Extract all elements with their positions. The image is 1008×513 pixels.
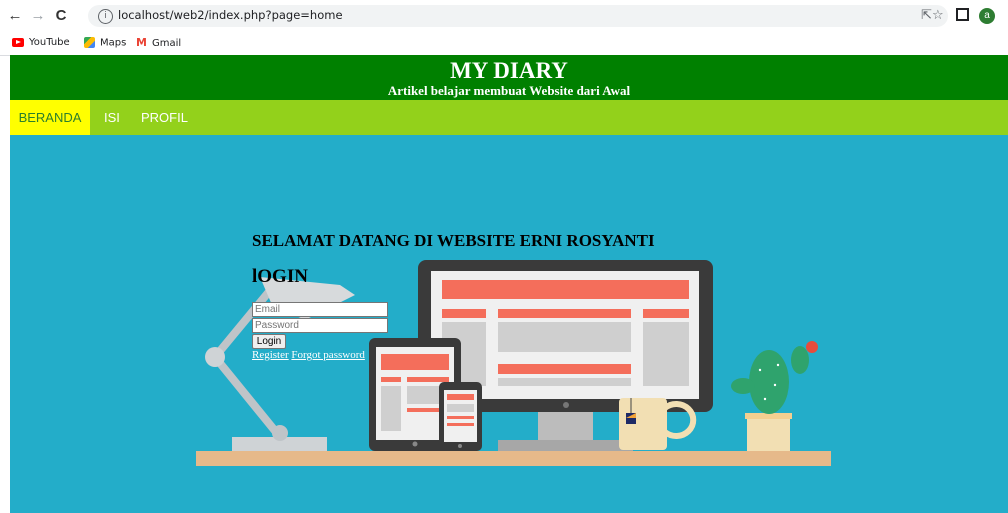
- login-heading: lOGIN: [252, 266, 308, 287]
- menu-item-profil[interactable]: PROFIL: [141, 100, 188, 135]
- email-field[interactable]: [252, 302, 388, 317]
- bookmarks-bar: YouTube Maps M Gmail: [0, 33, 1008, 56]
- site-info-icon[interactable]: i: [98, 9, 113, 24]
- back-arrow-icon[interactable]: ←: [6, 7, 24, 25]
- page-body: MY DIARY Artikel belajar membuat Website…: [10, 55, 1008, 513]
- gmail-icon: M: [136, 36, 147, 49]
- bookmark-label: Maps: [100, 37, 127, 49]
- bookmark-youtube[interactable]: YouTube: [12, 37, 70, 49]
- reload-icon[interactable]: C: [52, 7, 70, 25]
- browser-toolbar: ← → C i localhost/web2/index.php?page=ho…: [0, 0, 1008, 33]
- site-title: MY DIARY: [450, 58, 568, 83]
- bookmark-label: YouTube: [29, 37, 70, 48]
- youtube-icon: [12, 37, 24, 47]
- password-field[interactable]: [252, 318, 388, 333]
- login-button[interactable]: Login: [252, 334, 286, 349]
- menu-item-isi[interactable]: ISI: [104, 100, 120, 135]
- bookmark-gmail[interactable]: M Gmail: [136, 37, 181, 50]
- address-bar[interactable]: i localhost/web2/index.php?page=home: [88, 5, 948, 27]
- desk-shape: [196, 451, 831, 466]
- site-header: MY DIARY Artikel belajar membuat Website…: [10, 55, 1008, 100]
- avatar[interactable]: a: [979, 8, 995, 24]
- forward-arrow-icon[interactable]: →: [29, 7, 47, 25]
- auth-links: Register Forgot password: [252, 349, 365, 362]
- bookmark-star-icon[interactable]: ☆: [932, 8, 944, 24]
- nav-menu: BERANDA ISI PROFIL: [10, 100, 1008, 135]
- share-icon[interactable]: ⇱: [921, 8, 932, 24]
- phone-image: [439, 382, 482, 451]
- url-text[interactable]: localhost/web2/index.php?page=home: [118, 8, 343, 22]
- side-panel-icon[interactable]: [956, 8, 969, 26]
- bookmark-maps[interactable]: Maps: [84, 37, 126, 50]
- register-link[interactable]: Register: [252, 349, 289, 361]
- cactus-image: [731, 341, 818, 451]
- bookmark-label: Gmail: [151, 38, 182, 49]
- mug-image: [619, 398, 697, 450]
- welcome-heading: SELAMAT DATANG DI WEBSITE ERNI ROSYANTI: [252, 231, 655, 250]
- site-subtitle: Artikel belajar membuat Website dari Awa…: [387, 83, 631, 98]
- menu-item-beranda[interactable]: BERANDA: [10, 100, 90, 135]
- maps-icon: [84, 37, 95, 48]
- forgot-password-link[interactable]: Forgot password: [291, 349, 364, 361]
